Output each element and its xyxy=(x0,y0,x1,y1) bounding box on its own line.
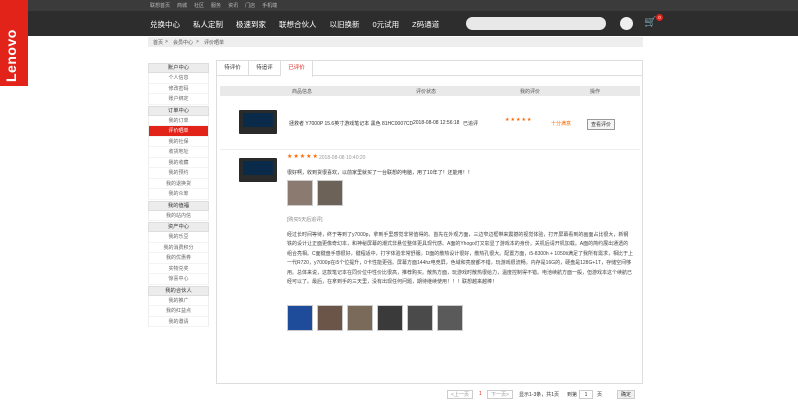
top-link[interactable]: 服务 xyxy=(211,2,221,9)
sidebar-section-head: 订单中心 xyxy=(148,105,209,116)
search-input[interactable] xyxy=(466,17,606,30)
sidebar-item[interactable]: 我的预约 xyxy=(148,168,209,179)
cart-icon[interactable]: 🛒 xyxy=(644,17,656,28)
sidebar-item[interactable]: 我的订单 xyxy=(148,115,209,126)
sidebar-item[interactable]: 惊喜中心 xyxy=(148,274,209,285)
sidebar-item[interactable]: 我的社保 xyxy=(148,136,209,147)
top-link[interactable]: 联想首页 xyxy=(150,2,170,9)
sidebar-item[interactable]: 我的邀请 xyxy=(148,316,209,327)
col-status: 评价状态 xyxy=(416,89,437,95)
breadcrumb-separator: > xyxy=(196,39,199,45)
goto-page-input[interactable]: 1 xyxy=(579,390,593,399)
breadcrumb-member-center[interactable]: 会员中心 xyxy=(173,39,193,46)
nav-items: 兑换中心 私人定制 极速到家 联想合伙人 以旧换新 0元试用 Z码通道 xyxy=(150,19,439,30)
user-avatar-icon[interactable] xyxy=(620,17,633,30)
review-tab[interactable]: 已评价 xyxy=(281,61,313,77)
prev-page-button[interactable]: <上一页 xyxy=(447,390,473,399)
current-page[interactable]: 1 xyxy=(479,391,482,397)
col-product: 商品信息 xyxy=(292,89,313,95)
next-page-button[interactable]: 下一页> xyxy=(487,390,513,399)
top-link[interactable]: 社区 xyxy=(194,2,204,9)
breadcrumb-home[interactable]: 首页 xyxy=(153,39,163,46)
view-review-button[interactable]: 查看评价 xyxy=(587,119,616,130)
sidebar-item[interactable]: 修改密码 xyxy=(148,83,209,94)
sidebar: 账户中心 个人信息 修改密码 账户绑定 订单中心 我的订单 评价晒单 我的社保 收货地址 我的收藏… xyxy=(148,62,209,327)
top-bar: 联想首页 商城 社区 服务 资讯 门店 手机端 xyxy=(28,0,798,11)
review-photo[interactable] xyxy=(287,180,313,206)
brand-name: Lenovo xyxy=(3,29,19,82)
followup-photo[interactable] xyxy=(347,305,373,331)
sidebar-item[interactable]: 我的优惠券 xyxy=(148,253,209,264)
sidebar-item[interactable]: 实物兑奖 xyxy=(148,263,209,274)
page-unit-text: 页 xyxy=(597,392,603,398)
confirm-button[interactable]: 确定 xyxy=(617,390,635,399)
review-tab[interactable]: 待追评 xyxy=(249,61,281,76)
top-link[interactable]: 手机端 xyxy=(262,2,277,9)
cart-count-badge: 0 xyxy=(656,14,663,21)
product-image[interactable] xyxy=(239,110,277,134)
sidebar-item[interactable]: 个人信息 xyxy=(148,73,209,84)
rating-stars: ★★★★★ xyxy=(505,117,533,123)
rating-label: 十分满意 xyxy=(551,121,572,127)
sidebar-item[interactable]: 我的消费积分 xyxy=(148,242,209,253)
col-my-review: 我的评价 xyxy=(520,89,541,95)
breadcrumb-current: 评价晒单 xyxy=(204,40,225,46)
sidebar-item[interactable]: 我的红益点 xyxy=(148,306,209,317)
sidebar-item[interactable]: 我的推广 xyxy=(148,295,209,306)
followup-photo[interactable] xyxy=(437,305,463,331)
nav-item[interactable]: 联想合伙人 xyxy=(279,19,317,30)
followup-photo[interactable] xyxy=(407,305,433,331)
review-date: 2018-08-08 12:56:18 xyxy=(413,120,460,126)
followup-photo[interactable] xyxy=(377,305,403,331)
sidebar-item[interactable]: 评价晒单 xyxy=(148,126,209,137)
top-links: 联想首页 商城 社区 服务 资讯 门店 手机端 xyxy=(150,2,277,9)
row-divider xyxy=(220,149,640,150)
page-info-text: 显示1-3条，共1页 xyxy=(519,392,560,398)
followup-text: 经过长时间等待，终于等到了y7000p，拿到手里感觉非常值得的。首先在外观方面，… xyxy=(287,232,634,286)
top-link[interactable]: 资讯 xyxy=(228,2,238,9)
nav-item[interactable]: 以旧换新 xyxy=(330,19,360,30)
nav-item[interactable]: 兑换中心 xyxy=(150,19,180,30)
review-headline: 很好啊，收到货很喜欢，以前家里就买了一台联想的电脑，用了10年了！还能用！！ xyxy=(287,170,473,176)
sidebar-section-head: 账户中心 xyxy=(148,63,209,73)
sidebar-section-head: 资产中心 xyxy=(148,222,209,232)
sidebar-item[interactable]: 我的站内信 xyxy=(148,210,209,221)
followup-photo[interactable] xyxy=(287,305,313,331)
col-ops: 操作 xyxy=(590,89,601,95)
sidebar-item[interactable]: 收货地址 xyxy=(148,147,209,158)
top-link[interactable]: 商城 xyxy=(177,2,187,9)
product-image[interactable] xyxy=(239,158,277,182)
followup-photo[interactable] xyxy=(317,305,343,331)
sidebar-item[interactable]: 账户绑定 xyxy=(148,94,209,105)
review-status: 已追评 xyxy=(463,121,479,127)
product-name[interactable]: 拯救者 Y7000P 15.6英寸游戏笔记本 黑色 81HC0007CD xyxy=(289,120,413,127)
nav-item[interactable]: 0元试用 xyxy=(373,19,400,30)
review-tab[interactable]: 待评价 xyxy=(217,61,249,76)
main-nav: 兑换中心 私人定制 极速到家 联想合伙人 以旧换新 0元试用 Z码通道 🛒 0 xyxy=(28,11,798,36)
sidebar-item[interactable]: 我的众筹 xyxy=(148,189,209,200)
detail-date: 2018-08-08 10:40:20 xyxy=(319,155,366,161)
sidebar-section-head: 我的值福 xyxy=(148,200,209,211)
review-panel: 待评价 待追评 已评价 商品信息 评价状态 我的评价 操作 拯救者 Y7000P 1… xyxy=(216,60,643,399)
nav-item[interactable]: 私人定制 xyxy=(193,19,223,30)
breadcrumb: 首页 > 会员中心 > 评价晒单 xyxy=(148,37,643,47)
detail-stars: ★★★★★ xyxy=(287,154,319,160)
sidebar-item[interactable]: 我的退换货 xyxy=(148,178,209,189)
followup-label: [购买5天后追评] xyxy=(287,217,323,223)
nav-item[interactable]: 极速到家 xyxy=(236,19,266,30)
top-link[interactable]: 门店 xyxy=(245,2,255,9)
nav-item[interactable]: Z码通道 xyxy=(412,19,439,30)
review-tabs: 待评价 待追评 已评价 xyxy=(217,61,642,77)
goto-label: 到第 xyxy=(567,392,578,398)
lenovo-logo[interactable]: Lenovo xyxy=(0,0,28,86)
table-header: 商品信息 评价状态 我的评价 操作 xyxy=(220,86,640,96)
breadcrumb-separator: > xyxy=(165,39,168,45)
review-photo[interactable] xyxy=(317,180,343,206)
sidebar-item[interactable]: 我的乐豆 xyxy=(148,232,209,243)
sidebar-section-head: 我的合伙人 xyxy=(148,285,209,296)
sidebar-item[interactable]: 我的收藏 xyxy=(148,157,209,168)
